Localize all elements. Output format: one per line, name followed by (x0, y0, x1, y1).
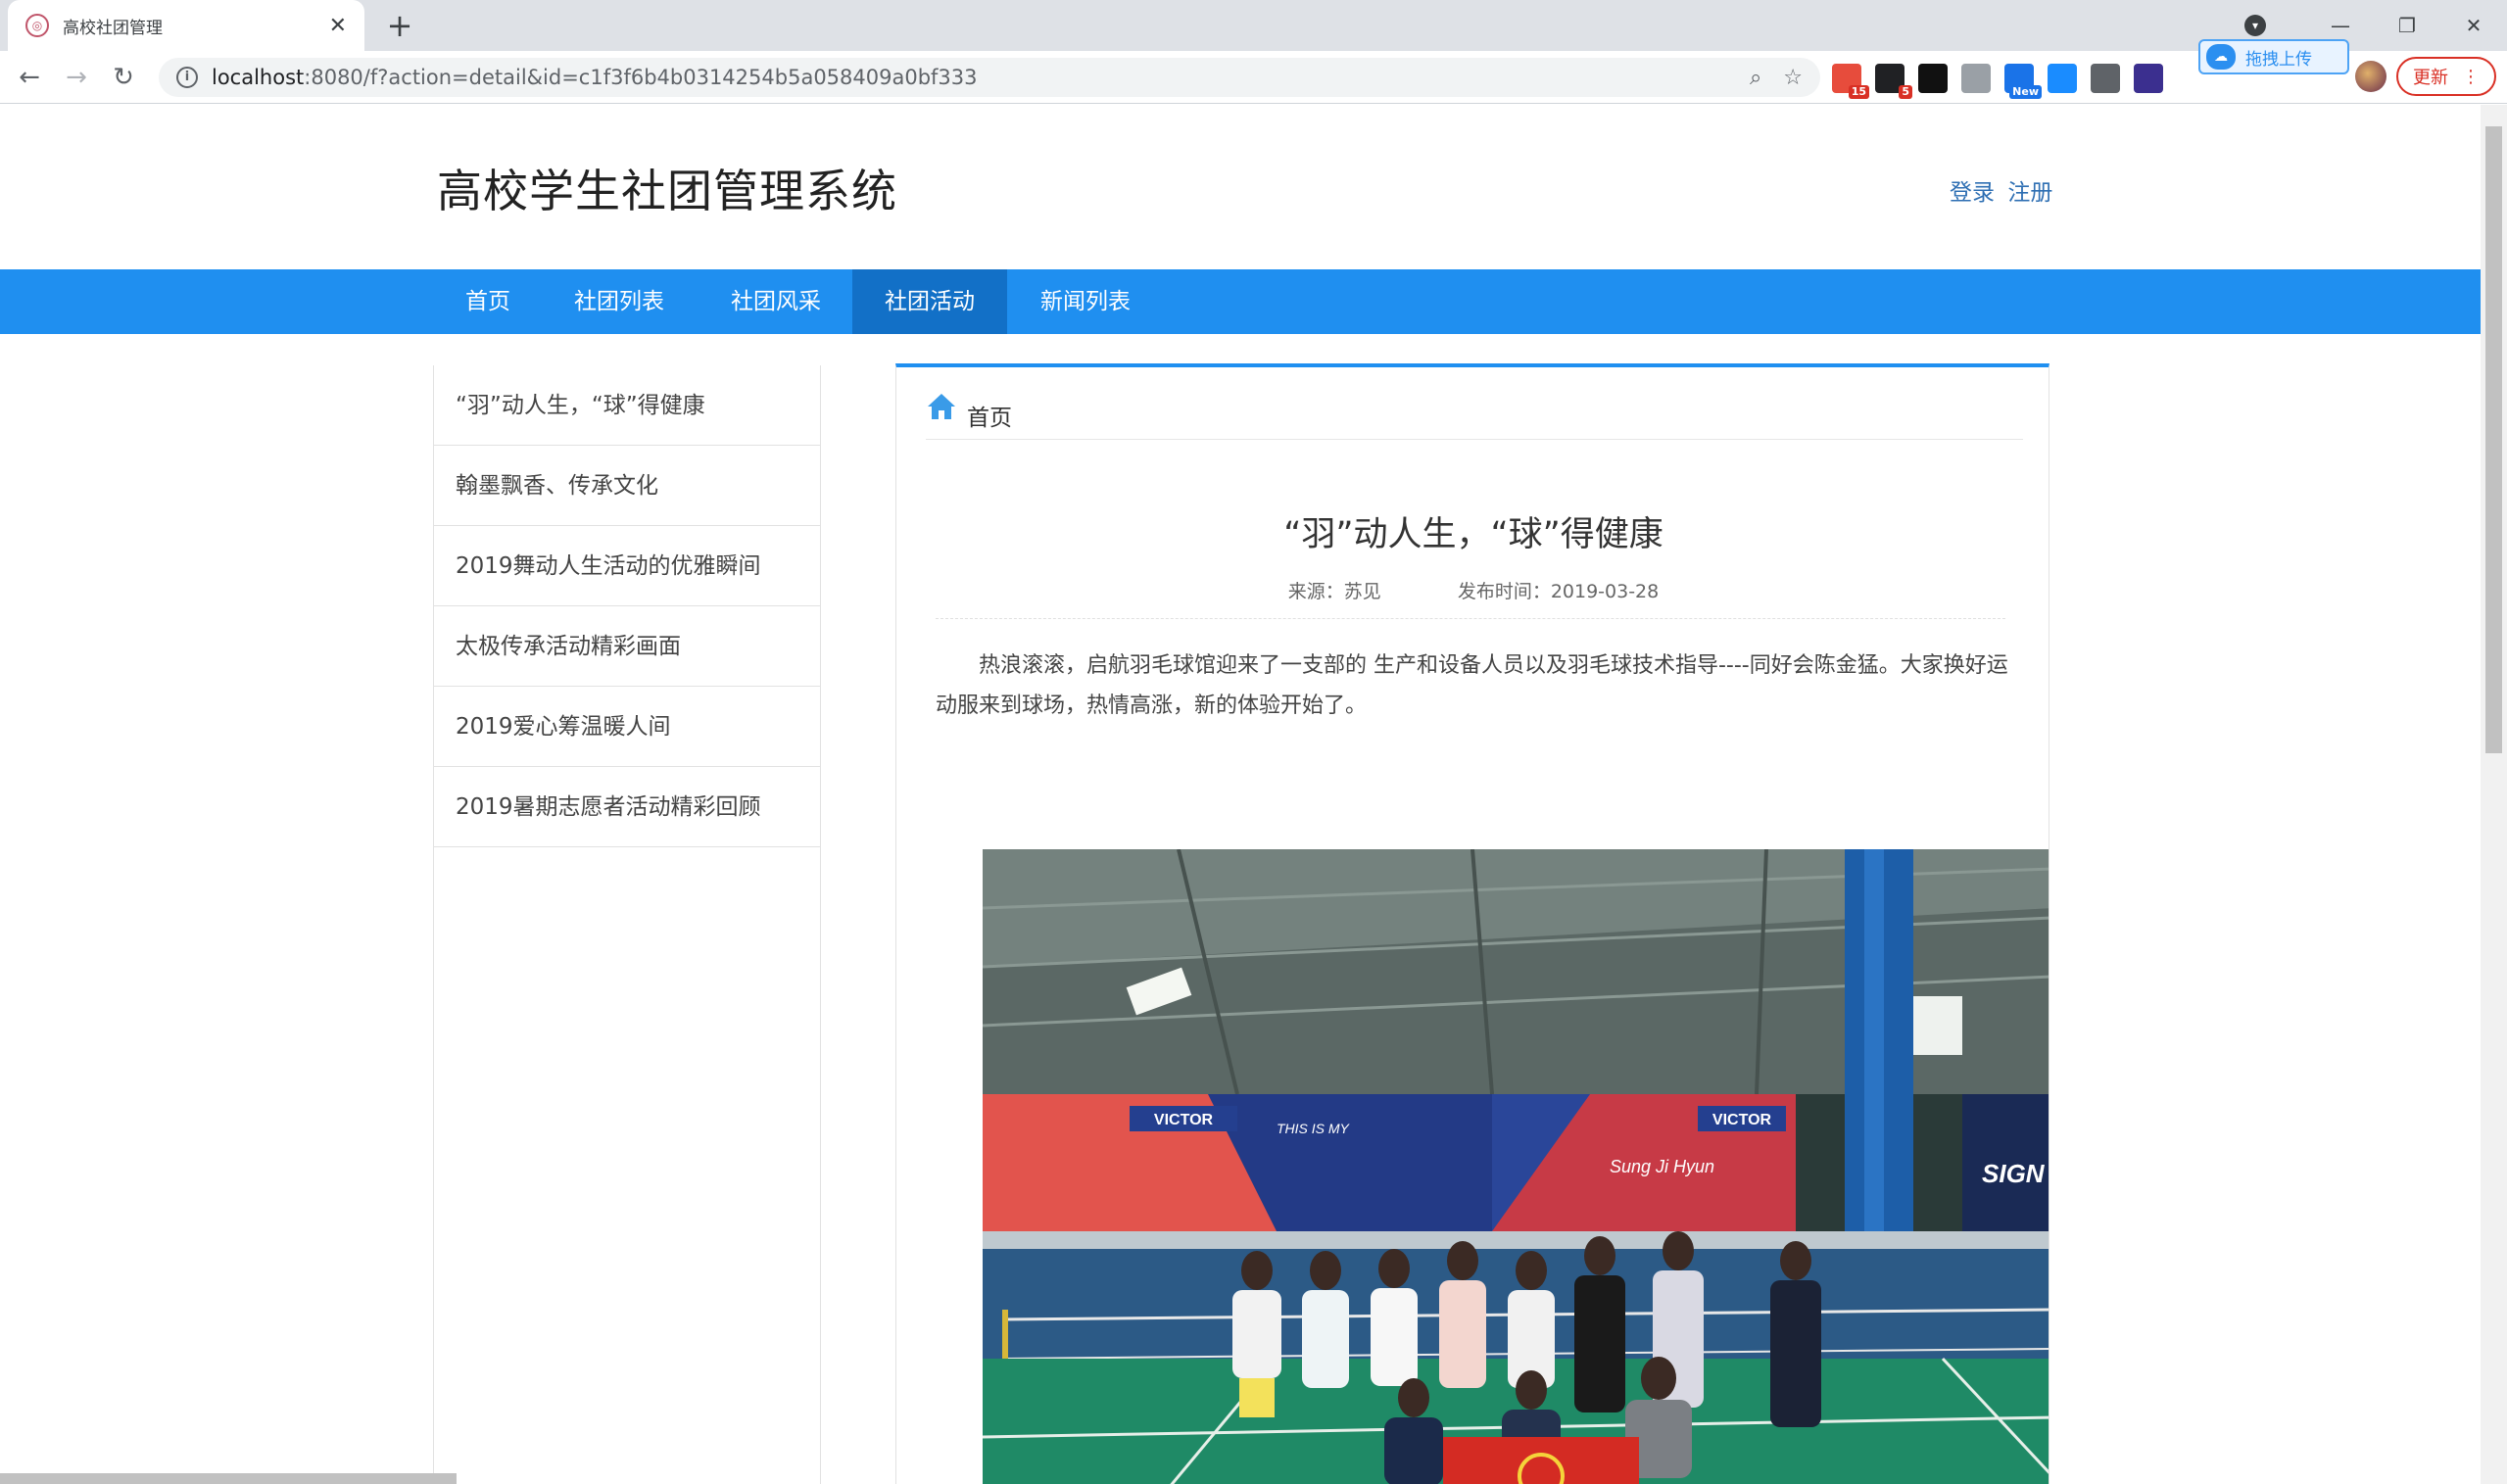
activity-sidebar: “羽”动人生，“球”得健康 翰墨飘香、传承文化 2019舞动人生活动的优雅瞬间 … (433, 365, 821, 1484)
nav-item-club-showcase[interactable]: 社团风采 (705, 269, 846, 334)
home-icon[interactable] (926, 391, 957, 422)
forward-icon[interactable]: → (59, 60, 94, 95)
divider (936, 618, 2005, 619)
url-bar[interactable]: i localhost:8080/f?action=detail&id=c1f3… (159, 58, 1820, 97)
address-bar-row: ← → ↻ i localhost:8080/f?action=detail&i… (0, 51, 2507, 104)
nav-item-club-activities[interactable]: 社团活动 (852, 269, 1007, 334)
page-viewport: 高校学生社团管理系统 登录 注册 首页 社团列表 社团风采 社团活动 新闻列表 … (0, 105, 2481, 1484)
ext-7-icon[interactable] (2091, 64, 2120, 93)
tab-search-icon[interactable]: ▾ (2244, 15, 2266, 36)
banner-text: Sung Ji Hyun (1610, 1157, 1714, 1176)
breadcrumb-home[interactable]: 首页 (967, 399, 1012, 432)
nav-item-news-list[interactable]: 新闻列表 (1013, 269, 1158, 334)
tab-title: 高校社团管理 (63, 18, 163, 38)
banner-text: SIGN (1982, 1159, 2046, 1188)
zoom-icon[interactable]: ⌕ (1750, 66, 1761, 90)
vertical-scrollbar[interactable] (2481, 105, 2507, 1484)
minimize-icon[interactable]: — (2307, 14, 2374, 37)
ext-2-icon[interactable]: 5 (1875, 64, 1912, 99)
main-nav: 首页 社团列表 社团风采 社团活动 新闻列表 (0, 269, 2481, 334)
nav-item-club-list[interactable]: 社团列表 (551, 269, 688, 334)
reload-icon[interactable]: ↻ (106, 60, 141, 95)
article-meta: 来源：苏见 发布时间：2019-03-28 (896, 577, 2049, 603)
article-title: “羽”动人生，“球”得健康 (1283, 515, 1663, 554)
upload-widget[interactable]: ☁ 拖拽上传 (2198, 39, 2349, 74)
browser-tabbar: ◎ 高校社团管理 ✕ + ▾ — ❐ ✕ (0, 0, 2507, 51)
ext-5-icon[interactable]: New (2004, 64, 2042, 99)
more-menu-icon: ⋮ (2462, 66, 2480, 87)
upload-label: 拖拽上传 (2245, 49, 2312, 70)
ext-6-icon[interactable] (2048, 64, 2077, 93)
sidebar-item[interactable]: 2019爱心筹温暖人间 (434, 687, 820, 767)
close-tab-icon[interactable]: ✕ (329, 14, 347, 38)
site-favicon-icon: ◎ (25, 14, 49, 37)
cloud-upload-icon: ☁ (2206, 44, 2236, 70)
profile-avatar[interactable] (2355, 61, 2386, 92)
banner-text: THIS IS MY (1277, 1121, 1351, 1136)
banner-text: VICTOR (1712, 1112, 1772, 1128)
url-path: :8080/f?action=detail&id=c1f3f6b4b031425… (304, 66, 978, 89)
breadcrumb: 首页 (926, 381, 2023, 440)
new-tab-button[interactable]: + (380, 6, 419, 45)
ext-4-icon[interactable] (1961, 64, 1991, 93)
sidebar-item[interactable]: 2019舞动人生活动的优雅瞬间 (434, 526, 820, 606)
extension-badge: 15 (1848, 85, 1869, 99)
scrollbar-thumb[interactable] (2485, 126, 2502, 753)
sidebar-item[interactable]: “羽”动人生，“球”得健康 (434, 365, 820, 446)
browser-tab[interactable]: ◎ 高校社团管理 ✕ (8, 0, 364, 51)
auth-links: 登录 注册 (1950, 173, 2052, 207)
ext-8-icon[interactable] (2134, 64, 2163, 93)
flag (1443, 1437, 1639, 1484)
site-header: 高校学生社团管理系统 登录 注册 (0, 105, 2481, 269)
banner-text: VICTOR (1154, 1112, 1214, 1128)
article-date: 发布时间：2019-03-28 (1457, 581, 1660, 602)
badminton-group-photo: VICTOR VICTOR THIS IS MY Sung Ji Hyun SI… (983, 849, 2049, 1484)
restore-icon[interactable]: ❐ (2374, 14, 2440, 37)
url-text[interactable]: localhost:8080/f?action=detail&id=c1f3f6… (212, 66, 1728, 89)
site-title: 高校学生社团管理系统 (437, 165, 897, 217)
sidebar-item[interactable]: 太极传承活动精彩画面 (434, 606, 820, 687)
login-link[interactable]: 登录 (1950, 180, 1995, 206)
sidebar-item[interactable]: 2019暑期志愿者活动精彩回顾 (434, 767, 820, 847)
close-window-icon[interactable]: ✕ (2440, 14, 2507, 37)
article-photo: VICTOR VICTOR THIS IS MY Sung Ji Hyun SI… (983, 849, 2049, 1484)
bookmark-star-icon[interactable]: ☆ (1783, 66, 1803, 90)
register-link[interactable]: 注册 (2007, 180, 2052, 206)
update-button[interactable]: 更新 ⋮ (2396, 57, 2496, 96)
ext-1-icon[interactable]: 15 (1832, 64, 1869, 99)
horizontal-scrollbar[interactable] (0, 1473, 457, 1484)
extension-badge: 5 (1899, 85, 1912, 99)
site-info-icon[interactable]: i (176, 67, 198, 88)
article-source: 来源：苏见 (1287, 581, 1381, 602)
url-host: localhost (212, 66, 305, 89)
extensions-toolbar: 15 5 New (1832, 63, 2177, 99)
article-body: 热浪滚滚，启航羽毛球馆迎来了一支部的 生产和设备人员以及羽毛球技术指导----同… (936, 653, 2008, 718)
extension-badge: New (2009, 85, 2042, 99)
back-icon[interactable]: ← (12, 60, 47, 95)
article-panel: 首页 “羽”动人生，“球”得健康 来源：苏见 发布时间：2019-03-28 热… (895, 363, 2049, 1484)
sidebar-item[interactable]: 翰墨飘香、传承文化 (434, 446, 820, 526)
nav-item-home[interactable]: 首页 (437, 269, 539, 334)
update-label: 更新 (2413, 68, 2448, 88)
ext-3-icon[interactable] (1918, 64, 1948, 93)
